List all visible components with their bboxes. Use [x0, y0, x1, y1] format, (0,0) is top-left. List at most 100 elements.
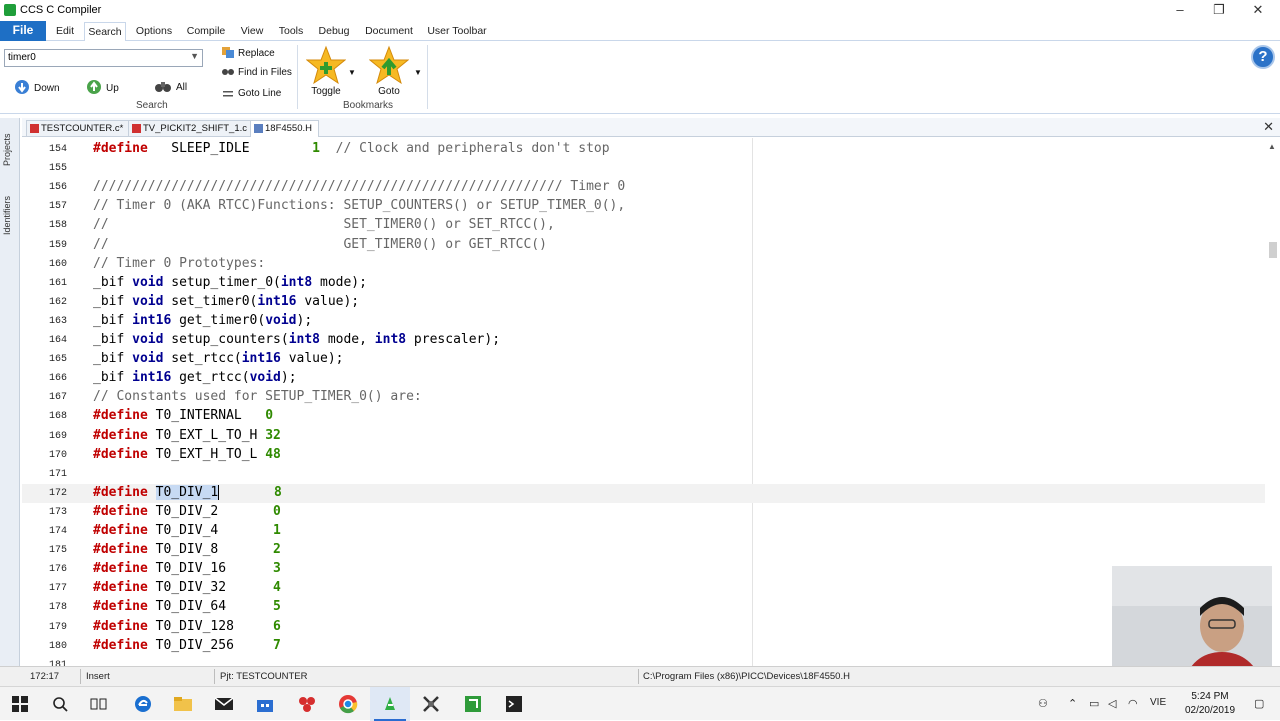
tab-compile[interactable]: Compile	[183, 22, 229, 41]
code-line[interactable]: 162 _bif void set_timer0(int16 value);	[22, 293, 1265, 312]
code-line[interactable]: 158 // SET_TIMER0() or SET_RTCC(),	[22, 216, 1265, 235]
code-line[interactable]: 154 #define SLEEP_IDLE 1 // Clock and per…	[22, 140, 1265, 159]
search-up-button[interactable]: Up	[86, 79, 119, 98]
tab-edit[interactable]: Edit	[50, 22, 80, 41]
restore-button[interactable]: ❐	[1199, 0, 1239, 21]
tab-file[interactable]: File	[0, 21, 46, 41]
code-line[interactable]: 161 _bif void setup_timer_0(int8 mode);	[22, 274, 1265, 293]
code-line[interactable]: 156 /////////////////////////////////////…	[22, 178, 1265, 197]
toggle-bookmark-star-icon[interactable]	[306, 45, 346, 85]
close-button[interactable]: ✕	[1238, 0, 1278, 21]
goto-line-button[interactable]: Goto Line	[222, 86, 281, 101]
help-icon[interactable]: ?	[1251, 45, 1275, 69]
tab-debug[interactable]: Debug	[316, 22, 352, 41]
search-all-button[interactable]: All	[154, 79, 187, 96]
code-line[interactable]: 177 #define T0_DIV_32 4	[22, 579, 1265, 598]
network-icon[interactable]: ▭	[1089, 697, 1099, 710]
line-number: 173	[48, 506, 67, 518]
code-token: get_timer0(	[171, 312, 266, 328]
line-number: 166	[48, 373, 67, 385]
code-line[interactable]: 163 _bif int16 get_timer0(void);	[22, 312, 1265, 331]
code-line[interactable]: 174 #define T0_DIV_4 1	[22, 522, 1265, 541]
language-indicator[interactable]: VIE	[1150, 697, 1166, 708]
edge-taskbar-button[interactable]	[123, 687, 163, 721]
code-line[interactable]: 179 #define T0_DIV_128 6	[22, 618, 1265, 637]
line-number: 176	[48, 564, 67, 576]
close-document-icon[interactable]: ✕	[1263, 119, 1274, 135]
doc-tab-tv-pickit2[interactable]: TV_PICKIT2_SHIFT_1.c	[128, 120, 255, 136]
wifi-icon[interactable]: ◠	[1128, 697, 1138, 710]
search-input[interactable]: timer0 ▼	[4, 49, 203, 67]
code-line[interactable]: 157 // Timer 0 (AKA RTCC)Functions: SETUP…	[22, 197, 1265, 216]
tab-options[interactable]: Options	[132, 22, 176, 41]
code-text: #define T0_DIV_16 3	[93, 561, 281, 576]
chevron-up-icon[interactable]: ⌃	[1068, 697, 1077, 710]
code-line[interactable]: 180 #define T0_DIV_256 7	[22, 637, 1265, 656]
people-icon[interactable]: ⚇	[1038, 697, 1048, 710]
task-view-button[interactable]	[79, 687, 119, 721]
search-down-label: Down	[34, 83, 60, 94]
windows-icon	[12, 696, 28, 712]
code-line[interactable]: 165 _bif void set_rtcc(int16 value);	[22, 350, 1265, 369]
app-red-taskbar-button[interactable]	[287, 687, 327, 721]
code-line[interactable]: 166 _bif int16 get_rtcc(void);	[22, 369, 1265, 388]
code-line[interactable]: 159 // GET_TIMER0() or GET_RTCC()	[22, 236, 1265, 255]
chrome-taskbar-button[interactable]	[328, 687, 368, 721]
doc-tab-testcounter[interactable]: TESTCOUNTER.c*	[26, 120, 131, 136]
side-tab-identifiers[interactable]: Identifiers	[2, 184, 18, 246]
code-token: void	[132, 351, 164, 367]
code-line[interactable]: 176 #define T0_DIV_16 3	[22, 560, 1265, 579]
code-line[interactable]: 167 // Constants used for SETUP_TIMER_0()…	[22, 388, 1265, 407]
goto-bookmark-star-icon[interactable]	[369, 45, 409, 85]
tab-tools[interactable]: Tools	[275, 22, 307, 41]
code-line[interactable]: 169 #define T0_EXT_L_TO_H 32	[22, 427, 1265, 446]
terminal-taskbar-button[interactable]	[494, 687, 534, 721]
clock[interactable]: 5:24 PM 02/20/2019	[1178, 690, 1242, 718]
code-line[interactable]: 181	[22, 656, 1265, 666]
code-line[interactable]: 170 #define T0_EXT_H_TO_L 48	[22, 446, 1265, 465]
goto-dropdown-icon[interactable]: ▼	[414, 68, 422, 77]
code-line[interactable]: 160 // Timer 0 Prototypes:	[22, 255, 1265, 274]
code-line[interactable]: 178 #define T0_DIV_64 5	[22, 598, 1265, 617]
tab-view[interactable]: View	[237, 22, 267, 41]
tool-taskbar-button[interactable]	[411, 687, 451, 721]
code-token: _bif	[93, 274, 133, 290]
code-token: T0_DIV_32	[147, 580, 274, 596]
doc-tab-18f4550[interactable]: 18F4550.H	[250, 120, 320, 137]
camtasia-taskbar-button[interactable]	[453, 687, 493, 721]
search-down-button[interactable]: Down	[14, 79, 60, 98]
tab-document[interactable]: Document	[362, 22, 416, 41]
speaker-icon[interactable]: ◁	[1108, 697, 1116, 710]
code-line[interactable]: 171	[22, 465, 1265, 484]
minimize-button[interactable]: –	[1160, 0, 1200, 21]
goto-bookmark-label[interactable]: Goto	[368, 86, 410, 97]
c-file-icon	[132, 124, 141, 133]
notification-icon[interactable]: ▢	[1254, 697, 1264, 710]
mail-taskbar-button[interactable]	[204, 687, 244, 721]
code-line[interactable]: 155	[22, 159, 1265, 178]
store-taskbar-button[interactable]	[245, 687, 285, 721]
code-line[interactable]: 175 #define T0_DIV_8 2	[22, 541, 1265, 560]
replace-button[interactable]: Replace	[222, 46, 275, 61]
toggle-dropdown-icon[interactable]: ▼	[348, 68, 356, 77]
toggle-bookmark-label[interactable]: Toggle	[305, 86, 347, 97]
code-line[interactable]: 172 #define T0_DIV_1 8	[22, 483, 1265, 503]
scrollbar-thumb[interactable]	[1269, 242, 1277, 258]
tab-search[interactable]: Search	[84, 22, 126, 42]
code-editor[interactable]: 154 #define SLEEP_IDLE 1 // Clock and per…	[22, 138, 1265, 666]
code-token: T0_DIV_4	[147, 523, 274, 538]
ccs-taskbar-button[interactable]	[370, 687, 410, 721]
code-line[interactable]: 173 #define T0_DIV_2 0	[22, 503, 1265, 522]
chevron-down-icon[interactable]: ▼	[190, 51, 199, 61]
side-tab-projects[interactable]: Projects	[2, 122, 18, 178]
scroll-up-icon[interactable]: ▲	[1268, 142, 1276, 151]
tab-user-toolbar[interactable]: User Toolbar	[424, 22, 490, 41]
binoculars-icon	[154, 79, 172, 96]
explorer-taskbar-button[interactable]	[163, 687, 203, 721]
code-line[interactable]: 168 #define T0_INTERNAL 0	[22, 407, 1265, 426]
code-line[interactable]: 164 _bif void setup_counters(int8 mode, i…	[22, 331, 1265, 350]
start-button[interactable]	[0, 687, 40, 721]
find-in-files-button[interactable]: Find in Files	[222, 66, 292, 79]
bookmarks-group-label: Bookmarks	[343, 100, 394, 111]
search-taskbar-button[interactable]	[40, 687, 80, 721]
